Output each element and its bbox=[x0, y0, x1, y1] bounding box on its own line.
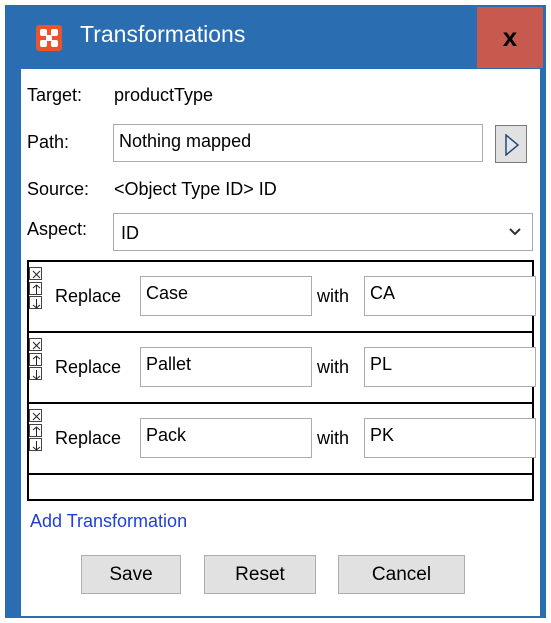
remove-icon bbox=[32, 341, 41, 350]
transformation-row: Replace Pack with PK bbox=[29, 404, 536, 475]
replace-field[interactable]: PL bbox=[364, 347, 536, 387]
find-field[interactable]: Case bbox=[140, 276, 312, 316]
aspect-select[interactable]: ID bbox=[113, 213, 533, 251]
move-down-button[interactable] bbox=[29, 367, 42, 380]
remove-icon bbox=[32, 270, 41, 279]
close-button[interactable]: x bbox=[477, 7, 543, 68]
source-value: <Object Type ID> ID bbox=[114, 179, 277, 199]
find-field[interactable]: Pallet bbox=[140, 347, 312, 387]
move-up-icon bbox=[32, 284, 41, 294]
save-button[interactable]: Save bbox=[81, 555, 181, 594]
with-label: with bbox=[317, 286, 350, 306]
move-up-button[interactable] bbox=[29, 282, 42, 295]
target-value: productType bbox=[114, 85, 214, 105]
replace-label: Replace bbox=[55, 286, 122, 306]
replace-field[interactable]: PK bbox=[364, 418, 536, 458]
title-bar[interactable]: Transformations x bbox=[5, 5, 546, 68]
transformation-row: Replace Case with CA bbox=[29, 262, 536, 333]
remove-row-button[interactable] bbox=[29, 338, 42, 351]
remove-row-button[interactable] bbox=[29, 267, 42, 280]
replace-label: Replace bbox=[55, 357, 122, 377]
dialog-body: Target: productType Path: Nothing mapped… bbox=[21, 69, 540, 616]
with-label: with bbox=[317, 357, 350, 377]
add-transformation-link[interactable]: Add Transformation bbox=[30, 511, 187, 532]
transformation-list: Replace Case with CA Replace Pallet with bbox=[27, 260, 536, 501]
move-down-icon bbox=[32, 299, 41, 309]
move-down-icon bbox=[32, 441, 41, 451]
move-up-icon bbox=[32, 355, 41, 365]
source-label: Source: bbox=[27, 179, 90, 199]
with-label: with bbox=[317, 428, 350, 448]
move-down-icon bbox=[32, 370, 41, 380]
transformations-dialog: Transformations x Target: productType Pa… bbox=[5, 5, 546, 618]
reset-button[interactable]: Reset bbox=[204, 555, 316, 594]
path-browse-button[interactable] bbox=[495, 125, 527, 163]
target-label: Target: bbox=[27, 85, 83, 105]
aspect-selected-value: ID bbox=[121, 223, 139, 243]
remove-icon bbox=[32, 412, 41, 421]
app-icon bbox=[36, 25, 62, 51]
move-down-button[interactable] bbox=[29, 296, 42, 309]
empty-row bbox=[29, 475, 532, 497]
cancel-button[interactable]: Cancel bbox=[338, 555, 465, 594]
move-up-icon bbox=[32, 426, 41, 436]
replace-field[interactable]: CA bbox=[364, 276, 536, 316]
replace-label: Replace bbox=[55, 428, 122, 448]
chevron-down-icon bbox=[509, 228, 521, 236]
move-up-button[interactable] bbox=[29, 353, 42, 366]
window-title: Transformations bbox=[80, 21, 246, 47]
path-label: Path: bbox=[27, 132, 70, 152]
play-arrow-icon bbox=[505, 134, 520, 156]
transformation-row: Replace Pallet with PL bbox=[29, 333, 536, 404]
aspect-label: Aspect: bbox=[27, 219, 88, 239]
path-field[interactable]: Nothing mapped bbox=[113, 124, 483, 162]
remove-row-button[interactable] bbox=[29, 409, 42, 422]
move-down-button[interactable] bbox=[29, 438, 42, 451]
find-field[interactable]: Pack bbox=[140, 418, 312, 458]
move-up-button[interactable] bbox=[29, 424, 42, 437]
